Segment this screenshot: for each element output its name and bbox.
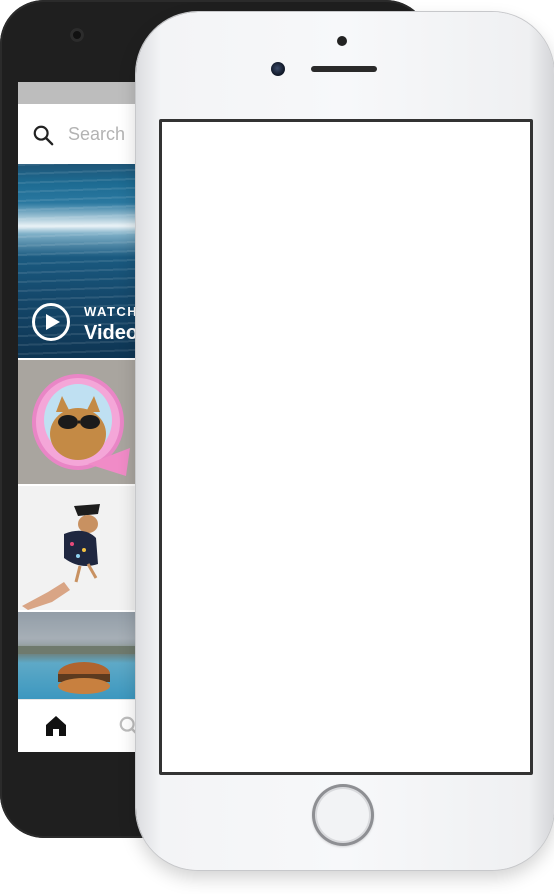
- cat-photo: [18, 360, 136, 484]
- home-icon[interactable]: [44, 715, 68, 737]
- burger-photo: [18, 612, 136, 694]
- search-icon: [33, 125, 54, 146]
- iphone-front-camera: [271, 62, 285, 76]
- home-button[interactable]: [312, 784, 374, 846]
- watch-label: WATCH: [84, 304, 136, 319]
- proximity-sensor: [337, 36, 347, 46]
- android-front-camera: [70, 28, 84, 42]
- iphone: [136, 12, 554, 870]
- burger-photo-tile[interactable]: [18, 612, 136, 700]
- explore-grid: WATCH Videos: [18, 164, 136, 700]
- iphone-screen: [159, 119, 533, 775]
- search-placeholder[interactable]: Search: [68, 124, 125, 145]
- video-tile[interactable]: WATCH Videos: [18, 164, 136, 358]
- dog-photo: [18, 486, 136, 610]
- play-button[interactable]: [32, 303, 70, 341]
- videos-label: Videos: [84, 322, 136, 344]
- iphone-speaker: [311, 66, 377, 72]
- play-icon: [46, 314, 60, 330]
- dog-photo-tile[interactable]: [18, 486, 136, 610]
- cat-photo-tile[interactable]: [18, 360, 136, 484]
